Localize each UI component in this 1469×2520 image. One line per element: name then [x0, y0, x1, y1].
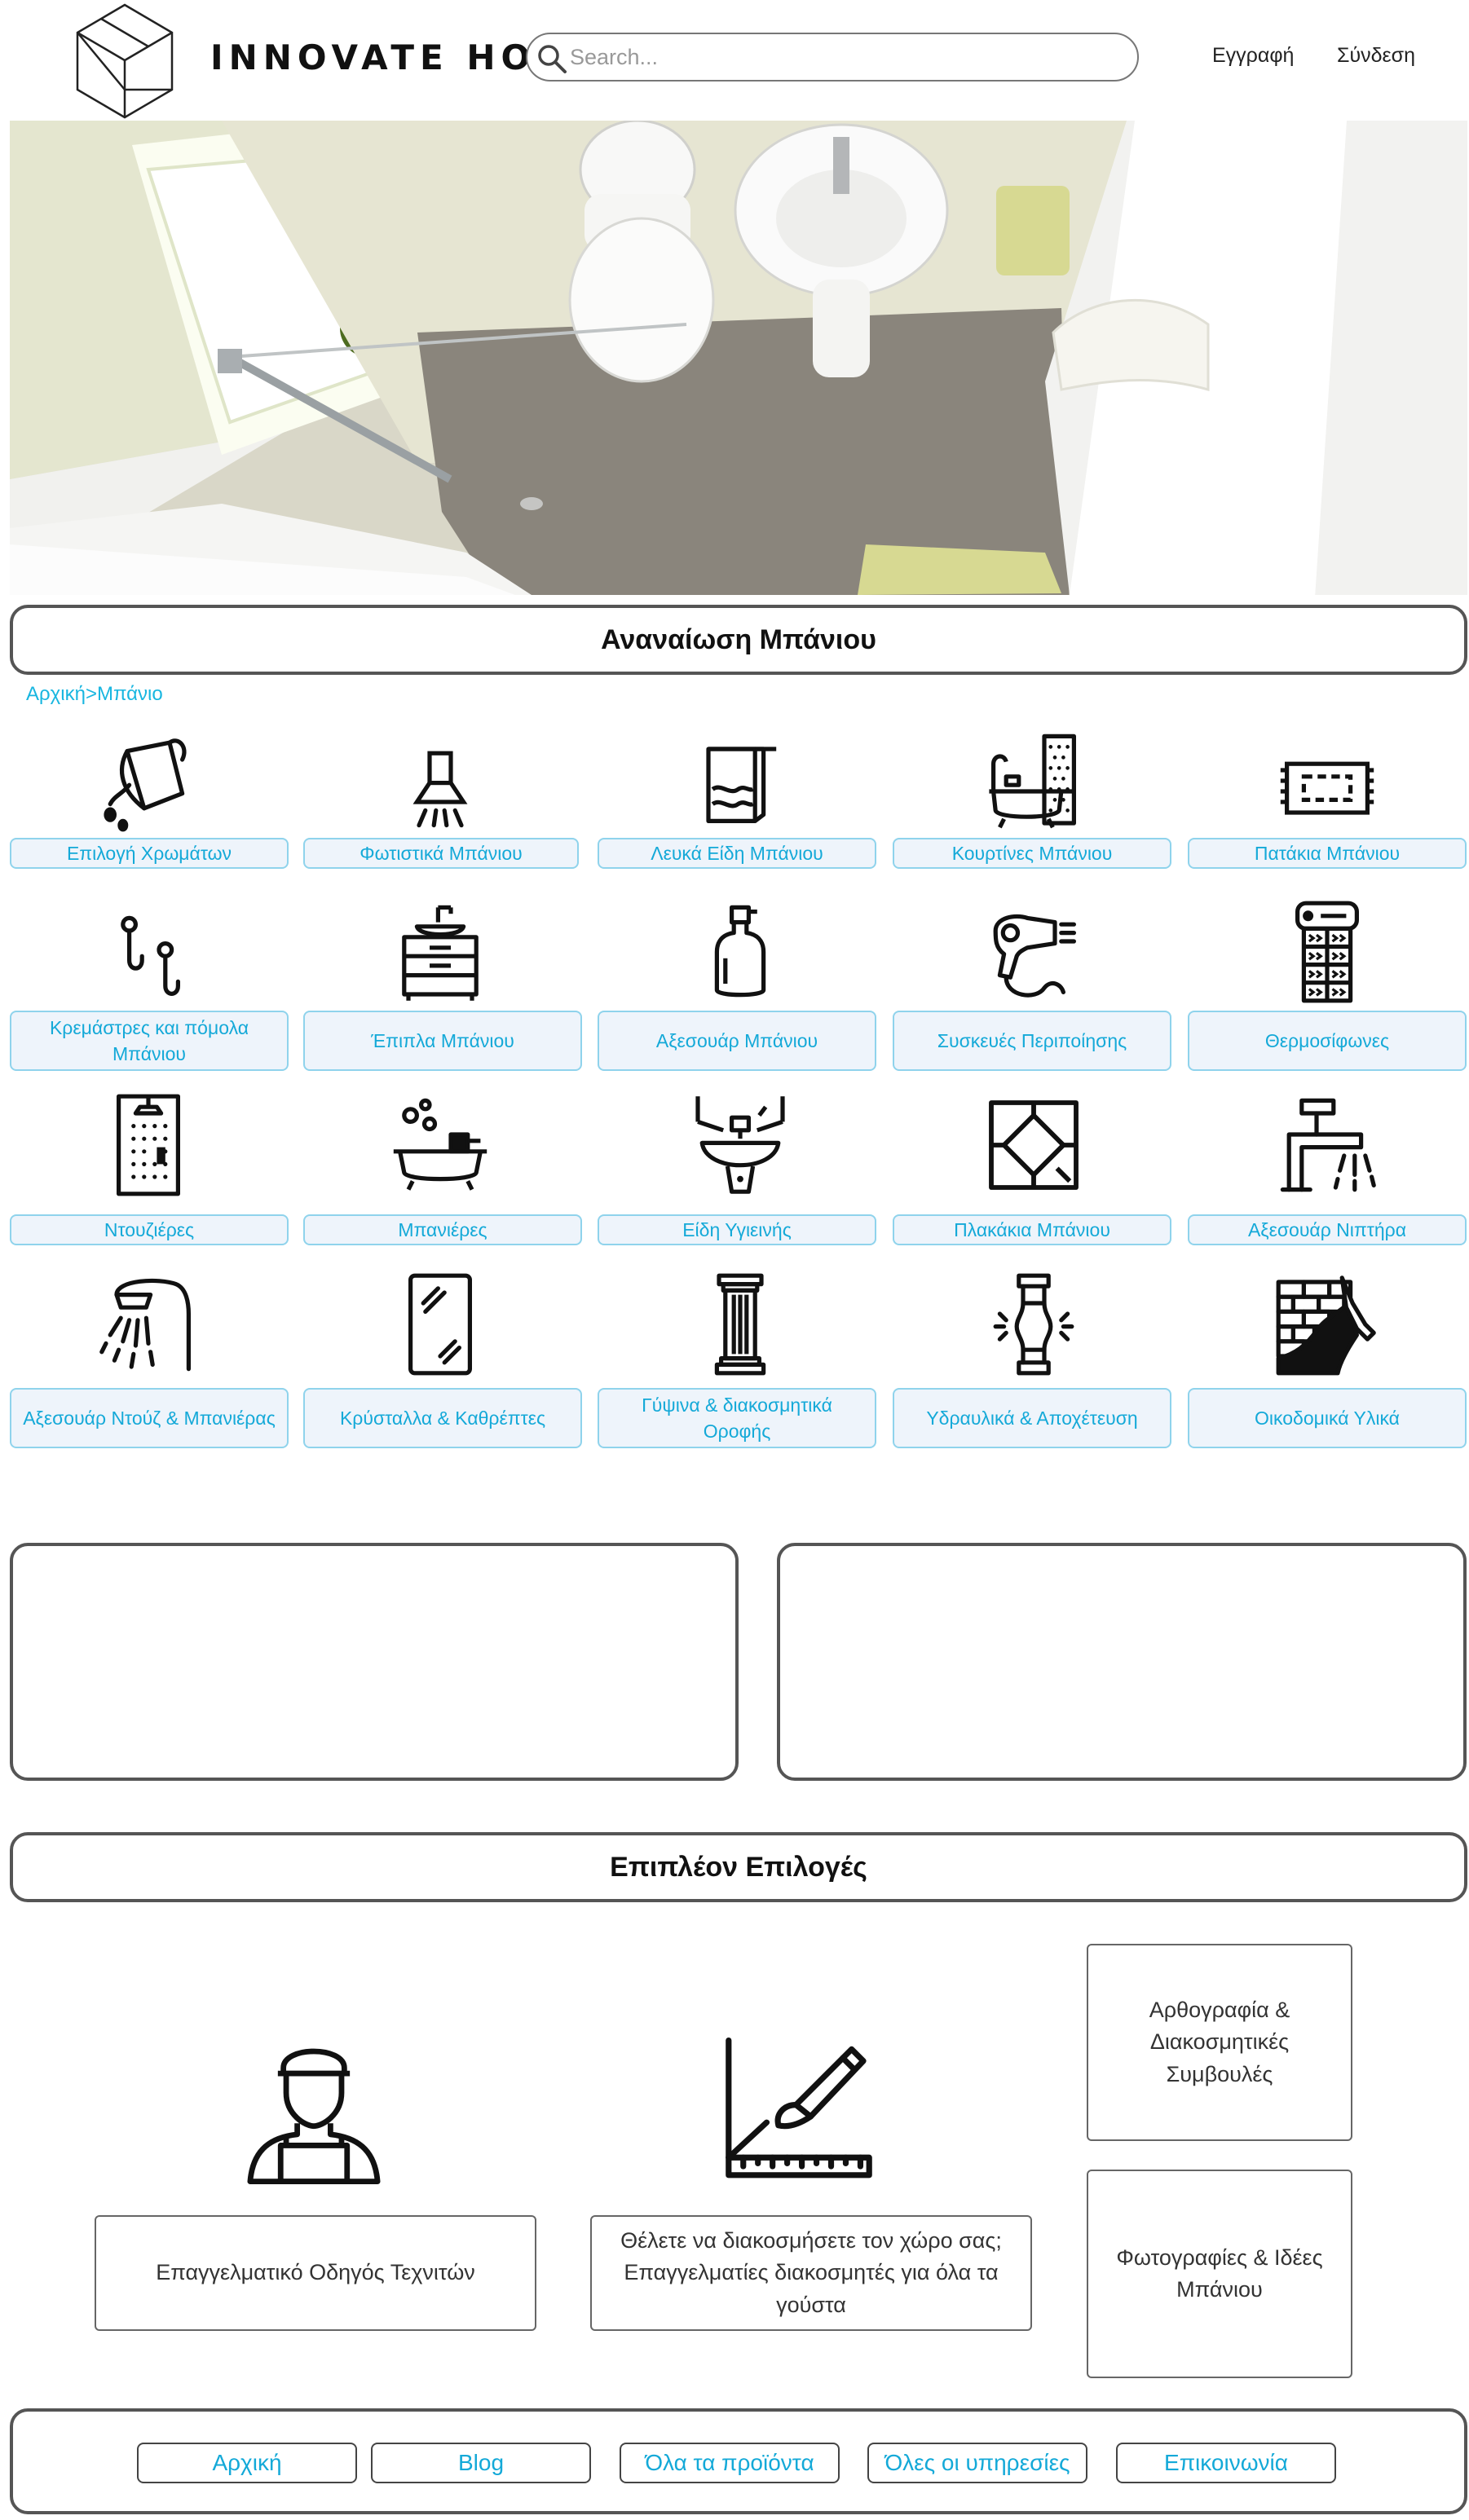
category-button[interactable]: Υδραυλικά & Αποχέτευση — [893, 1388, 1171, 1448]
mirror-icon[interactable] — [387, 1271, 493, 1377]
category-button[interactable]: Πλακάκια Μπάνιου — [893, 1214, 1171, 1245]
category-button[interactable]: Πατάκια Μπάνιου — [1188, 838, 1467, 869]
category-button[interactable]: Κρύσταλλα & Καθρέπτες — [303, 1388, 582, 1448]
category-button[interactable]: Θερμοσίφωνες — [1188, 1011, 1467, 1071]
search-bar[interactable] — [526, 33, 1139, 82]
breadcrumb-current: Μπάνιο — [96, 683, 163, 705]
content-panel-right — [777, 1543, 1467, 1781]
hooks-icon[interactable] — [95, 899, 201, 1005]
sink-icon[interactable] — [687, 1092, 793, 1198]
category-button[interactable]: Κρεμάστρες και πόμολα Μπάνιου — [10, 1011, 289, 1071]
category-button[interactable]: Επιλογή Χρωμάτων — [10, 838, 289, 869]
category-button[interactable]: Κουρτίνες Μπάνιου — [893, 838, 1171, 869]
bathtub-icon[interactable] — [387, 1092, 493, 1198]
brick-wall-icon[interactable] — [1274, 1271, 1380, 1377]
login-link[interactable]: Σύνδεση — [1337, 44, 1415, 68]
design-tools-icon — [726, 2038, 872, 2181]
shower-head-icon[interactable] — [95, 1271, 201, 1377]
category-button[interactable]: Οικοδομικά Υλικά — [1188, 1388, 1467, 1448]
vanity-cabinet-icon[interactable] — [387, 899, 493, 1005]
nav-home-button[interactable]: Αρχική — [137, 2443, 357, 2483]
site-header: INNOVATE HOME Εγγραφή Σύνδεση — [0, 0, 1469, 119]
photos-ideas-link[interactable]: Φωτογραφίες & Ιδέες Μπάνιου — [1087, 2170, 1352, 2378]
breadcrumb-separator: > — [85, 683, 97, 705]
page-title: Αναναίωση Μπάνιου — [10, 605, 1467, 675]
craftsman-icon — [245, 2038, 383, 2184]
extras-title: Επιπλέον Επιλογές — [10, 1832, 1467, 1902]
category-button[interactable]: Λευκά Είδη Μπάνιου — [598, 838, 876, 869]
towel-icon[interactable] — [687, 728, 793, 834]
category-button[interactable]: Αξεσουάρ Ντούζ & Μπανιέρας — [10, 1388, 289, 1448]
nav-contact-button[interactable]: Επικοινωνία — [1116, 2443, 1336, 2483]
category-button[interactable]: Αξεσουάρ Νιπτήρα — [1188, 1214, 1467, 1245]
category-button[interactable]: Φωτιστικά Μπάνιου — [303, 838, 579, 869]
register-link[interactable]: Εγγραφή — [1212, 44, 1294, 68]
soap-dispenser-icon[interactable] — [687, 899, 793, 1005]
hair-dryer-icon[interactable] — [981, 899, 1087, 1005]
nav-blog-button[interactable]: Blog — [371, 2443, 591, 2483]
shower-cabin-icon[interactable] — [95, 1092, 201, 1198]
brand-logo-icon[interactable] — [75, 3, 174, 119]
pipe-icon[interactable] — [981, 1271, 1087, 1377]
category-button[interactable]: Γύψινα & διακοσμητικά Οροφής — [598, 1388, 876, 1448]
content-panel-left — [10, 1543, 739, 1781]
articles-link[interactable]: Αρθογραφία & Διακοσμητικές Συμβουλές — [1087, 1944, 1352, 2141]
category-button[interactable]: Ντουζιέρες — [10, 1214, 289, 1245]
column-icon[interactable] — [687, 1271, 793, 1377]
hero-bathroom-image — [10, 121, 1467, 595]
category-button[interactable]: Έπιπλα Μπάνιου — [303, 1011, 582, 1071]
faucet-icon[interactable] — [1274, 1092, 1380, 1198]
breadcrumb-home-link[interactable]: Αρχική — [26, 683, 86, 705]
bathtub-curtain-icon[interactable] — [981, 728, 1087, 834]
category-button[interactable]: Είδη Υγιεινής — [598, 1214, 876, 1245]
breadcrumb: Αρχική>Μπάνιο — [26, 683, 163, 711]
nav-all-services-button[interactable]: Όλες οι υπηρεσίες — [867, 2443, 1087, 2483]
water-heater-icon[interactable] — [1274, 899, 1380, 1005]
decorators-link[interactable]: Θέλετε να διακοσμήσετε τον χώρο σας; Επα… — [590, 2215, 1032, 2331]
bath-mat-icon[interactable] — [1274, 728, 1380, 834]
craftsmen-guide-link[interactable]: Επαγγελματικό Οδηγός Τεχνιτών — [95, 2215, 536, 2331]
category-button[interactable]: Μπανιέρες — [303, 1214, 582, 1245]
category-button[interactable]: Συσκευές Περιποίησης — [893, 1011, 1171, 1071]
ceiling-lamp-icon[interactable] — [387, 728, 493, 834]
paint-bucket-icon[interactable] — [95, 728, 201, 834]
search-input[interactable] — [568, 41, 1123, 73]
nav-all-products-button[interactable]: Όλα τα προϊόντα — [620, 2443, 840, 2483]
category-button[interactable]: Αξεσουάρ Μπάνιου — [598, 1011, 876, 1071]
search-icon[interactable] — [536, 42, 568, 75]
tiles-icon[interactable] — [981, 1092, 1087, 1198]
